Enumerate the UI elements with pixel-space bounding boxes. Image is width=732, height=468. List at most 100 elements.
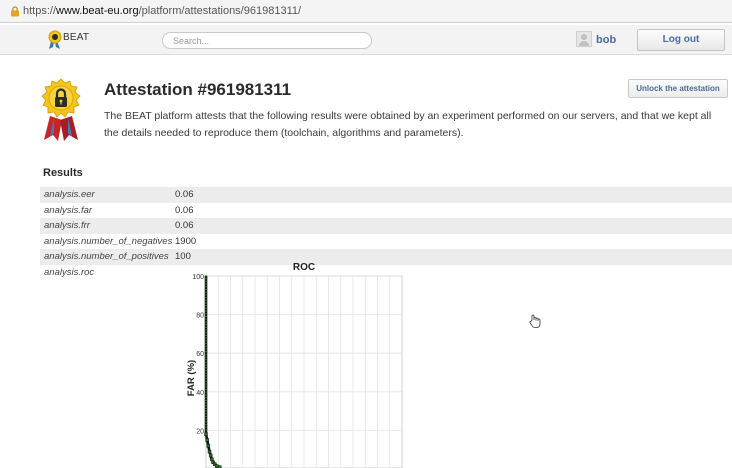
chart-point — [204, 280, 208, 282]
chart-point — [204, 351, 208, 353]
chart-point — [204, 394, 208, 396]
chart-point — [204, 361, 208, 363]
page-title: Attestation #961981311 — [104, 80, 292, 99]
chart-title: ROC — [293, 262, 315, 273]
username-link[interactable]: bob — [596, 34, 616, 46]
chart-point — [204, 332, 208, 334]
chart-point — [204, 424, 208, 426]
chart-point — [204, 356, 208, 358]
chart-point — [204, 369, 208, 372]
chart-point — [204, 297, 208, 299]
chart-y-tick-label: 60 — [196, 351, 204, 358]
hand-cursor-icon — [529, 314, 541, 328]
chart-point — [204, 367, 208, 369]
result-key: analysis.number_of_negatives — [44, 235, 173, 247]
chart-y-tick-label: 100 — [192, 274, 204, 281]
chart-point — [204, 383, 208, 385]
chart-point — [215, 464, 219, 468]
url-scheme: https:// — [23, 5, 57, 17]
chart-point — [204, 283, 208, 285]
chart-point — [204, 307, 208, 309]
result-value: 0.06 — [175, 220, 194, 232]
result-key: analysis.far — [44, 204, 93, 216]
unlock-attestation-button[interactable]: Unlock the attestation — [628, 79, 728, 98]
url-host: www.beat-eu.org — [56, 5, 139, 17]
avatar[interactable] — [576, 31, 592, 47]
chart-point — [204, 378, 208, 380]
roc-chart: ROC FAR (%) 20406080100 — [186, 262, 403, 468]
lock-icon — [11, 6, 19, 17]
chart-point — [204, 288, 208, 291]
results-heading: Results — [43, 167, 83, 179]
result-value: 0.06 — [175, 189, 194, 200]
chart-point — [204, 340, 208, 342]
result-key: analysis.frr — [44, 220, 90, 232]
chart-point — [204, 302, 208, 304]
url-path: /platform/attestations/961981311/ — [138, 5, 302, 17]
chart-point — [204, 426, 208, 428]
chart-point — [204, 305, 208, 307]
beat-logo-icon — [48, 30, 62, 49]
logout-button[interactable]: Log out — [637, 29, 725, 51]
chart-point — [204, 418, 208, 420]
chart-point — [204, 345, 208, 347]
table-row: analysis.eer 0.06 — [40, 187, 732, 203]
browser-url-bar[interactable]: https://www.beat-eu.org/platform/attesta… — [0, 0, 732, 23]
chart-point — [207, 449, 212, 454]
chart-grid — [205, 275, 403, 468]
chart-point — [205, 438, 209, 442]
result-key-roc: analysis.roc — [44, 267, 95, 278]
chart-point — [204, 313, 208, 315]
chart-point — [204, 353, 208, 355]
chart-y-ticks: 20 40 60 80 100 — [192, 274, 204, 435]
chart-point — [204, 380, 208, 382]
chart-y-tick-label: 20 — [196, 428, 204, 435]
beat-logo[interactable]: BEAT — [46, 29, 106, 51]
chart-y-tick-label: 40 — [196, 390, 204, 397]
result-value: 0.06 — [175, 204, 194, 216]
chart-point — [204, 278, 208, 280]
chart-point — [204, 399, 208, 401]
chart-y-tick-label: 80 — [196, 313, 204, 320]
chart-point — [204, 407, 208, 409]
chart-point — [204, 364, 208, 366]
chart-point — [208, 453, 213, 458]
chart-point — [204, 410, 208, 412]
result-key: analysis.eer — [44, 189, 95, 200]
search-input[interactable] — [162, 32, 372, 49]
chart-point — [206, 444, 211, 448]
chart-point — [204, 391, 208, 393]
result-value: 1900 — [175, 235, 197, 247]
chart-point — [204, 432, 208, 437]
table-row: analysis.frr 0.06 — [40, 218, 732, 234]
attestation-description: The BEAT platform attests that the follo… — [104, 110, 712, 139]
results-table: analysis.eer 0.06 analysis.far 0.06 anal… — [40, 187, 732, 265]
chart-point — [204, 415, 208, 418]
chart-point — [204, 334, 208, 336]
chart-point — [204, 294, 208, 296]
chart-point — [204, 375, 208, 377]
logo-text: BEAT — [63, 32, 90, 43]
chart-series — [204, 275, 222, 468]
chart-point — [204, 429, 208, 431]
chart-point — [204, 299, 208, 301]
chart-point — [204, 275, 208, 277]
chart-point — [204, 386, 208, 388]
chart-point — [204, 286, 208, 288]
chart-point — [204, 329, 208, 331]
padlock-medal-icon — [41, 78, 81, 141]
url-text[interactable]: https://www.beat-eu.org/platform/attesta… — [23, 5, 301, 17]
chart-point — [204, 342, 208, 345]
chart-point — [204, 421, 208, 423]
chart-point — [204, 291, 208, 293]
chart-point — [204, 372, 208, 374]
chart-point — [204, 315, 208, 318]
chart-point — [204, 321, 208, 323]
chart-point — [204, 405, 208, 407]
chart-point — [204, 348, 208, 350]
chart-point — [204, 324, 208, 326]
table-row: analysis.far 0.06 — [40, 203, 732, 219]
chart-point — [204, 318, 208, 320]
chart-point — [204, 337, 208, 339]
chart-point — [204, 326, 208, 328]
